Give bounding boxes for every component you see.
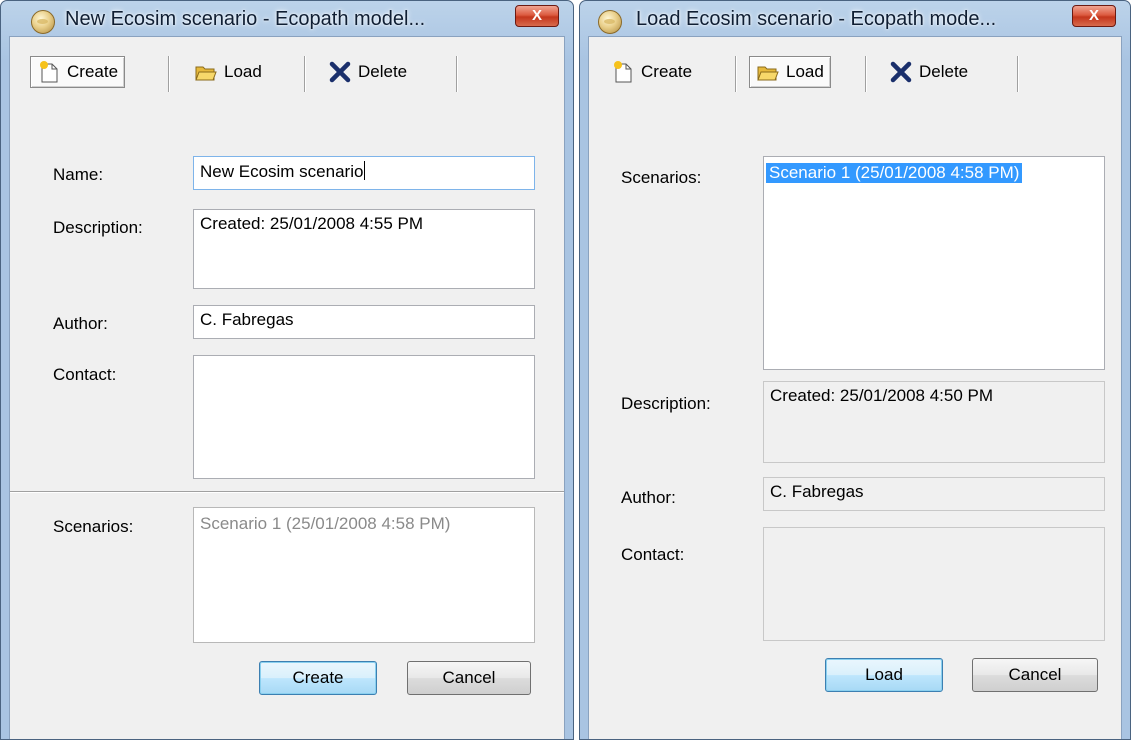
load-button[interactable]: Load (825, 658, 943, 692)
toolbar-load-label: Load (224, 62, 262, 81)
contact-input[interactable] (193, 355, 535, 479)
new-document-icon (37, 60, 61, 84)
title-bar[interactable]: Load Ecosim scenario - Ecopath mode... X (580, 1, 1130, 37)
name-input[interactable]: New Ecosim scenario (193, 156, 535, 190)
create-button[interactable]: Create (259, 661, 377, 695)
list-item-selected[interactable]: Scenario 1 (25/01/2008 4:58 PM) (766, 163, 1023, 183)
toolbar-create-label: Create (67, 62, 119, 81)
toolbar-delete-label: Delete (919, 62, 969, 81)
new-scenario-dialog: New Ecosim scenario - Ecopath model... X… (0, 0, 574, 740)
author-label: Author: (53, 314, 108, 333)
description-label: Description: (53, 218, 143, 237)
cancel-button[interactable]: Cancel (972, 658, 1098, 692)
close-button[interactable]: X (1072, 5, 1116, 27)
new-document-icon (611, 60, 635, 84)
toolbar-delete-button[interactable]: Delete (322, 56, 413, 88)
toolbar-separator (1017, 56, 1019, 92)
description-input[interactable]: Created: 25/01/2008 4:55 PM (193, 209, 535, 289)
open-folder-icon (756, 60, 780, 84)
author-input-value: C. Fabregas (200, 310, 294, 329)
cancel-button[interactable]: Cancel (407, 661, 531, 695)
toolbar-load-label: Load (786, 62, 824, 81)
close-button[interactable]: X (515, 5, 559, 27)
list-item: Scenario 1 (25/01/2008 4:58 PM) (200, 514, 451, 533)
description-label: Description: (621, 394, 711, 413)
description-field: Created: 25/01/2008 4:50 PM (763, 381, 1105, 463)
ecopath-globe-icon (598, 10, 622, 34)
toolbar-separator (735, 56, 737, 92)
description-input-value: Created: 25/01/2008 4:55 PM (200, 214, 424, 233)
delete-x-icon (328, 60, 352, 84)
toolbar-create-label: Create (641, 62, 693, 81)
ecopath-globe-icon (31, 10, 55, 34)
toolbar-delete-label: Delete (358, 62, 408, 81)
toolbar-load-button[interactable]: Load (749, 56, 831, 88)
toolbar-create-button[interactable]: Create (605, 56, 698, 88)
toolbar-separator (168, 56, 170, 92)
author-field: C. Fabregas (763, 477, 1105, 511)
load-scenario-dialog: Load Ecosim scenario - Ecopath mode... X… (579, 0, 1131, 740)
name-input-value: New Ecosim scenario (200, 162, 364, 181)
title-bar[interactable]: New Ecosim scenario - Ecopath model... X (1, 1, 573, 37)
scenarios-list[interactable]: Scenario 1 (25/01/2008 4:58 PM) (763, 156, 1105, 370)
contact-label: Contact: (621, 545, 685, 564)
close-icon: X (531, 7, 542, 24)
toolbar: Create Load Delete (10, 50, 564, 94)
contact-field (763, 527, 1105, 641)
toolbar-separator (456, 56, 458, 92)
contact-label: Contact: (53, 365, 117, 384)
toolbar-load-button[interactable]: Load (188, 56, 268, 88)
toolbar-create-button[interactable]: Create (30, 56, 126, 88)
delete-x-icon (889, 60, 913, 84)
toolbar-separator (304, 56, 306, 92)
window-title: Load Ecosim scenario - Ecopath mode... (636, 8, 997, 30)
dialog-body: Create Load Delete Scenarios: Scenario 1… (588, 36, 1122, 739)
scenarios-label: Scenarios: (621, 168, 702, 187)
text-caret (364, 161, 366, 180)
toolbar-separator (865, 56, 867, 92)
scenarios-list: Scenario 1 (25/01/2008 4:58 PM) (193, 507, 535, 643)
toolbar: Create Load Delete (589, 50, 1121, 94)
author-value: C. Fabregas (770, 482, 864, 501)
section-divider (10, 491, 564, 493)
name-label: Name: (53, 165, 104, 184)
author-label: Author: (621, 488, 676, 507)
window-title: New Ecosim scenario - Ecopath model... (65, 8, 426, 30)
author-input[interactable]: C. Fabregas (193, 305, 535, 339)
close-icon: X (1088, 7, 1099, 24)
scenarios-label: Scenarios: (53, 517, 134, 536)
open-folder-icon (194, 60, 218, 84)
toolbar-delete-button[interactable]: Delete (883, 56, 974, 88)
description-value: Created: 25/01/2008 4:50 PM (770, 386, 994, 405)
dialog-body: Create Load Delete Name: New Ecosim scen… (9, 36, 565, 739)
list-item[interactable]: Scenario 1 (25/01/2008 4:58 PM) (766, 163, 1098, 183)
